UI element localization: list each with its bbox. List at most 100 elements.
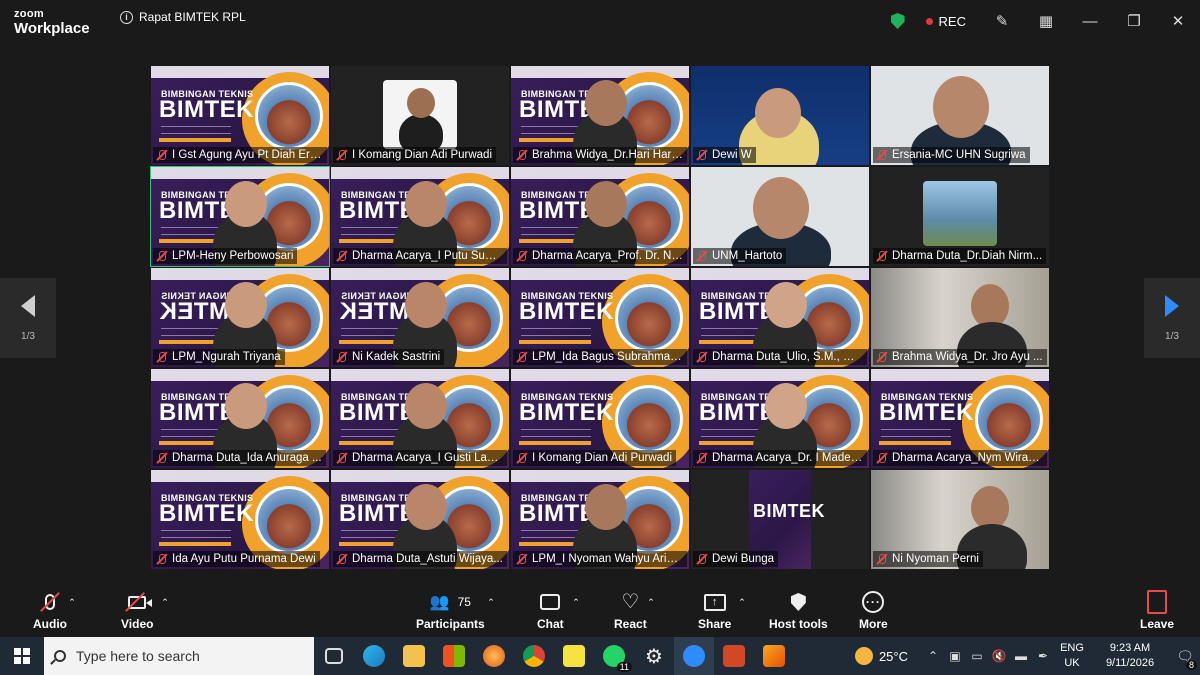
volume-muted-icon[interactable]: 🔇 [988, 649, 1010, 663]
participant-name: Dharma Duta_Dr.Diah Nirm... [892, 250, 1043, 262]
muted-mic-icon [156, 452, 168, 464]
language-indicator[interactable]: ENG UK [1054, 641, 1090, 671]
muted-mic-icon [156, 553, 168, 565]
weather-widget[interactable]: 25°C [854, 647, 908, 665]
participant-name-bar: Ni Nyoman Perni [873, 551, 983, 567]
participant-name: Ersania-MC UHN Sugriwa [892, 149, 1026, 161]
participant-tile[interactable]: BIMTEK Dewi Bunga [690, 469, 870, 570]
muted-mic-icon [336, 553, 348, 565]
whatsapp-icon[interactable]: 11 [594, 637, 634, 675]
battery-icon[interactable]: ▬ [1010, 649, 1032, 663]
arrow-left-icon [21, 294, 35, 317]
powerpoint-icon[interactable] [714, 637, 754, 675]
tray-chevron-icon[interactable]: ⌃ [922, 649, 944, 663]
participant-name-bar: Dewi W [693, 147, 756, 163]
zoom-logo: zoom Workplace [14, 9, 90, 37]
muted-mic-icon [516, 250, 528, 262]
participant-tile[interactable]: BIMBINGAN TEKNIS BIMTEK LPM_Ngurah Triyana [150, 267, 330, 368]
clock-time: 9:23 AM [1109, 642, 1151, 654]
participant-name: LPM-Heny Perbowosari [172, 250, 294, 262]
muted-mic-icon [696, 553, 708, 565]
chat-button[interactable]: Chat [537, 587, 564, 631]
participant-name: Dharma Acarya_I Gusti Lana... [352, 452, 503, 464]
weather-sun-icon [854, 647, 873, 665]
restore-icon[interactable]: ❐ [1112, 0, 1156, 42]
participant-tile[interactable]: BIMBINGAN TEKNIS BIMTEK Dharma Duta_Ulio, … [690, 267, 870, 368]
participant-tile[interactable]: I Komang Dian Adi Purwadi [330, 65, 510, 166]
recording-indicator[interactable]: REC [925, 13, 966, 29]
participant-tile[interactable]: BIMBINGAN TEKNIS BIMTEK Dharma Acarya_Prof… [510, 166, 690, 267]
participant-tile[interactable]: BIMBINGAN TEKNIS BIMTEK Ni Kadek Sastrini [330, 267, 510, 368]
poster-title-line2: BIMTEK [519, 298, 614, 325]
meet-now-icon[interactable]: ▣ [944, 649, 966, 663]
participant-name: UNM_Hartoto [712, 250, 783, 262]
host-tools-button[interactable]: Host tools [769, 587, 828, 631]
participant-tile[interactable]: BIMBINGAN TEKNIS BIMTEK Dharma Acarya_I Pu… [330, 166, 510, 267]
meeting-info[interactable]: i Rapat BIMTEK RPL [120, 10, 246, 24]
participant-name: Dharma Duta_Ida Anuraga ... [172, 452, 322, 464]
microsoft-store-icon[interactable] [434, 637, 474, 675]
muted-mic-icon [516, 149, 528, 161]
participant-tile[interactable]: BIMBINGAN TEKNIS BIMTEK I Komang Dian Adi … [510, 368, 690, 469]
taskbar-search[interactable]: Type here to search [44, 637, 314, 675]
participant-tile[interactable]: Dewi W [690, 65, 870, 166]
audio-button[interactable]: Audio [33, 587, 67, 631]
keyboard-layout: UK [1064, 657, 1080, 669]
file-explorer-icon[interactable] [394, 637, 434, 675]
participant-tile[interactable]: Brahma Widya_Dr. Jro Ayu ... [870, 267, 1050, 368]
leave-button[interactable]: Leave [1140, 587, 1174, 631]
settings-gear-icon[interactable]: ⚙ [634, 637, 674, 675]
system-tray: 25°C ⌃ ▣ ▭ 🔇 ▬ ✒ ENG UK 9:23 AM 9/11/202… [854, 637, 1200, 675]
participant-name-bar: Ni Kadek Sastrini [333, 349, 445, 365]
notifications-button[interactable]: 🗨 8 [1170, 648, 1200, 670]
task-view-icon[interactable] [314, 637, 354, 675]
participant-tile[interactable]: BIMBINGAN TEKNIS BIMTEK Ida Ayu Putu Purna… [150, 469, 330, 570]
participant-name-bar: Brahma Widya_Dr.Hari Hars... [513, 147, 687, 163]
participant-tile[interactable]: BIMBINGAN TEKNIS BIMTEK Dharma Duta_Astuti… [330, 469, 510, 570]
close-icon[interactable]: ✕ [1156, 0, 1200, 42]
page-indicator-left: 1/3 [21, 330, 35, 342]
start-button[interactable] [0, 637, 44, 675]
participant-name: Ni Kadek Sastrini [352, 351, 441, 363]
rec-label: REC [938, 13, 966, 29]
participant-tile[interactable]: BIMBINGAN TEKNIS BIMTEK LPM-Heny Perbowosa… [150, 166, 330, 267]
react-button[interactable]: ♡ React [614, 587, 647, 631]
video-button[interactable]: Video [121, 587, 153, 631]
clock[interactable]: 9:23 AM 9/11/2026 [1090, 641, 1170, 671]
participant-tile[interactable]: BIMBINGAN TEKNIS BIMTEK I Gst Agung Ayu Pt… [150, 65, 330, 166]
info-icon[interactable]: i [120, 10, 133, 24]
participant-tile[interactable]: Dharma Duta_Dr.Diah Nirm... [870, 166, 1050, 267]
share-button[interactable]: ↑ Share [698, 587, 731, 631]
participant-tile[interactable]: BIMBINGAN TEKNIS BIMTEK Dharma Duta_Ida An… [150, 368, 330, 469]
firefox-icon[interactable] [474, 637, 514, 675]
media-player-icon[interactable] [754, 637, 794, 675]
muted-mic-icon [156, 149, 168, 161]
participant-tile[interactable]: UNM_Hartoto [690, 166, 870, 267]
participant-tile[interactable]: BIMBINGAN TEKNIS BIMTEK Brahma Widya_Dr.Ha… [510, 65, 690, 166]
participant-tile[interactable]: BIMBINGAN TEKNIS BIMTEK LPM_I Nyoman Wahyu… [510, 469, 690, 570]
participant-tile[interactable]: BIMBINGAN TEKNIS BIMTEK Dharma Acarya_Nym … [870, 368, 1050, 469]
edge-icon[interactable] [354, 637, 394, 675]
participant-name: I Komang Dian Adi Purwadi [352, 149, 492, 161]
sticky-notes-icon[interactable] [554, 637, 594, 675]
annotate-pen-icon[interactable]: ✎ [980, 0, 1024, 42]
network-icon[interactable]: ▭ [966, 649, 988, 663]
encryption-shield-icon[interactable] [876, 0, 920, 42]
minimize-icon[interactable]: — [1068, 0, 1112, 42]
view-grid-icon[interactable]: ▦ [1024, 0, 1068, 42]
chat-bubble-icon [540, 594, 561, 610]
participant-tile[interactable]: BIMBINGAN TEKNIS BIMTEK LPM_Ida Bagus Subr… [510, 267, 690, 368]
participant-tile[interactable]: Ni Nyoman Perni [870, 469, 1050, 570]
previous-page-button[interactable]: 1/3 [0, 278, 56, 358]
participant-tile[interactable]: BIMBINGAN TEKNIS BIMTEK Dharma Acarya_Dr. … [690, 368, 870, 469]
participants-button[interactable]: 👥 75 Participants [416, 587, 485, 631]
camera-off-icon [125, 587, 153, 617]
zoom-window: zoom Workplace i Rapat BIMTEK RPL REC ✎ … [0, 0, 1200, 675]
participant-tile[interactable]: Ersania-MC UHN Sugriwa [870, 65, 1050, 166]
pen-icon[interactable]: ✒ [1032, 649, 1054, 663]
more-button[interactable]: ··· More [859, 587, 888, 631]
next-page-button[interactable]: 1/3 [1144, 278, 1200, 358]
chrome-icon[interactable] [514, 637, 554, 675]
participant-tile[interactable]: BIMBINGAN TEKNIS BIMTEK Dharma Acarya_I Gu… [330, 368, 510, 469]
zoom-taskbar-icon[interactable] [674, 637, 714, 675]
